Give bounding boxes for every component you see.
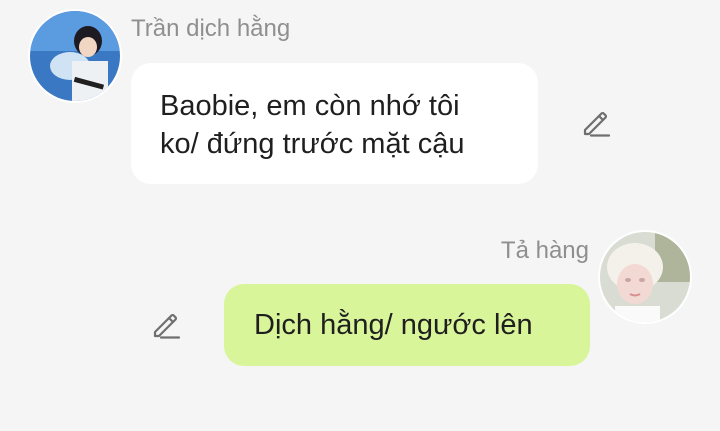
avatar-photo [30,11,120,101]
sender-avatar-right[interactable] [600,232,690,322]
message-text-line: ko/ đứng trước mặt cậu [160,128,465,160]
edit-message-button[interactable] [149,309,181,341]
sender-name: Trần dịch hằng [131,15,291,42]
avatar-photo [600,232,690,322]
message-text-line: Dịch hằng/ ngước lên [254,309,533,341]
chat-view: Trần dịch hằng Baobie, em còn nhớ tôi ko… [0,0,720,431]
sender-avatar-left[interactable] [30,11,120,101]
sender-name: Tả hàng [500,237,589,264]
message-text-line: Baobie, em còn nhớ tôi [160,90,460,122]
message-bubble[interactable]: Baobie, em còn nhớ tôi ko/ đứng trước mặ… [131,63,538,184]
pencil-icon [583,111,611,137]
edit-message-button[interactable] [579,107,611,139]
message-bubble[interactable]: Dịch hằng/ ngước lên [224,284,590,366]
pencil-icon [153,313,181,339]
